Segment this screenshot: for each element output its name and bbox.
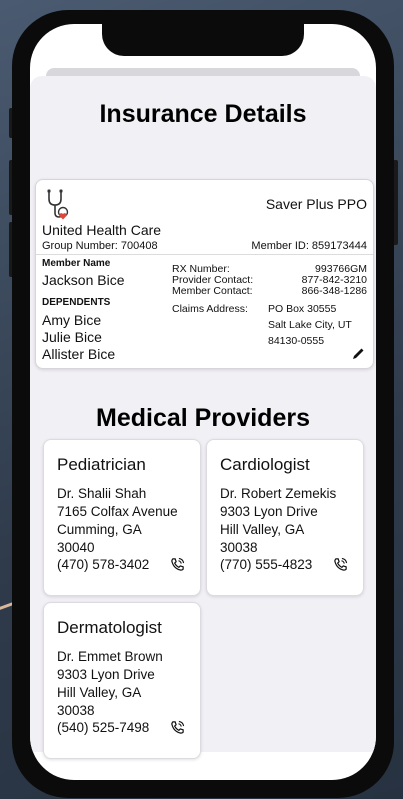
- pencil-icon[interactable]: [351, 347, 365, 361]
- group-number: Group Number: 700408: [42, 240, 158, 252]
- member-name: Jackson Bice: [42, 272, 125, 288]
- provider-city: Hill Valley, GA: [57, 685, 142, 700]
- provider-street: 9303 Lyon Drive: [220, 504, 318, 519]
- claims-address-label: Claims Address:: [172, 303, 248, 315]
- phone-call-icon[interactable]: [170, 720, 185, 735]
- provider-city: Cumming, GA: [57, 522, 142, 537]
- provider-name: Dr. Emmet Brown: [57, 649, 163, 664]
- plan-name: Saver Plus PPO: [265, 196, 367, 212]
- dependent-name: Allister Bice: [42, 346, 116, 362]
- phone-call-icon[interactable]: [170, 557, 185, 572]
- notch: [102, 24, 304, 56]
- member-contact-label: Member Contact:: [172, 285, 253, 297]
- insurance-details-title: Insurance Details: [99, 100, 307, 128]
- provider-zip: 30038: [57, 703, 95, 718]
- dependents-label: DEPENDENTS: [42, 297, 111, 308]
- provider-phone[interactable]: (470) 578-3402: [57, 557, 149, 572]
- member-id: Member ID: 859173444: [251, 240, 367, 252]
- provider-zip: 30038: [220, 540, 258, 555]
- provider-phone[interactable]: (540) 525-7498: [57, 720, 149, 735]
- phone-screen: Insurance Details Saver Plus PPO United …: [30, 24, 376, 780]
- dependent-name: Amy Bice: [42, 312, 102, 328]
- claims-address-line: Salt Lake City, UT: [268, 319, 352, 331]
- member-contact-value: 866-348-1286: [301, 285, 367, 297]
- provider-city: Hill Valley, GA: [220, 522, 305, 537]
- phone-frame: Insurance Details Saver Plus PPO United …: [12, 10, 394, 798]
- provider-name: Dr. Shalii Shah: [57, 486, 147, 501]
- claims-address-line: PO Box 30555: [268, 303, 337, 315]
- phone-call-icon[interactable]: [333, 557, 348, 572]
- provider-street: 9303 Lyon Drive: [57, 667, 155, 682]
- provider-specialty: Dermatologist: [57, 618, 162, 637]
- insurance-card[interactable]: Saver Plus PPO United Health Care Group …: [35, 179, 374, 369]
- provider-name: Dr. Robert Zemekis: [220, 486, 337, 501]
- card-divider: [36, 254, 373, 255]
- provider-street: 7165 Colfax Avenue: [57, 504, 178, 519]
- dependent-name: Julie Bice: [42, 329, 102, 345]
- medical-providers-title: Medical Providers: [96, 404, 310, 432]
- provider-specialty: Pediatrician: [57, 455, 146, 474]
- member-name-label: Member Name: [42, 258, 111, 269]
- claims-address-line: 84130-0555: [268, 335, 325, 347]
- provider-zip: 30040: [57, 540, 95, 555]
- provider-phone[interactable]: (770) 555-4823: [220, 557, 312, 572]
- provider-card-cardiologist[interactable]: Cardiologist Dr. Robert Zemekis 9303 Lyo…: [206, 439, 364, 596]
- provider-card-dermatologist[interactable]: Dermatologist Dr. Emmet Brown 9303 Lyon …: [43, 602, 201, 759]
- provider-specialty: Cardiologist: [220, 455, 310, 474]
- carrier-name: United Health Care: [42, 222, 162, 238]
- provider-card-pediatrician[interactable]: Pediatrician Dr. Shalii Shah 7165 Colfax…: [43, 439, 201, 596]
- stethoscope-heart-icon: [47, 189, 69, 220]
